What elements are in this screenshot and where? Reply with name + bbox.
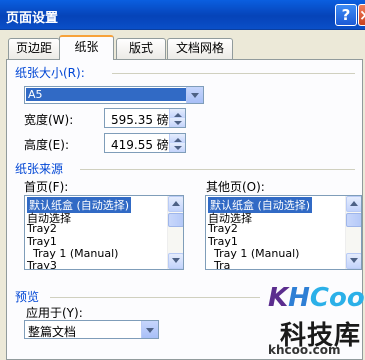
list-item[interactable]: Tray2 [208,222,238,235]
help-button[interactable]: ? [335,4,357,26]
apply-to-value: 整篇文档 [28,325,77,339]
width-stepper[interactable]: 595.35 磅 [104,108,186,128]
spin-up-icon[interactable] [169,109,185,118]
scrollbar[interactable] [167,196,183,269]
width-label: 宽度(W): [24,113,74,127]
preview-divider [50,297,260,298]
chevron-down-icon[interactable] [186,87,203,103]
other-pages-listbox[interactable]: 默认纸盒 (自动选择) 自动选择 Tray2 Tray1 Tray 1 (Man… [205,195,362,270]
paper-size-select[interactable]: A5 [24,86,204,104]
height-value: 419.55 磅 [111,138,169,152]
list-item[interactable]: Tra [214,259,230,269]
chevron-down-icon[interactable] [141,321,158,338]
apply-to-select[interactable]: 整篇文档 [24,320,159,339]
preview-label: 预览 [15,290,40,304]
scroll-down-icon[interactable] [168,253,183,269]
spin-down-icon[interactable] [169,118,185,127]
paper-size-divider [112,73,355,74]
spin-up-icon[interactable] [169,134,185,143]
close-button[interactable]: × [358,4,365,26]
spin-down-icon[interactable] [169,143,185,152]
first-page-label: 首页(F): [24,180,69,194]
watermark-logo: KHCoo [268,283,365,313]
scroll-thumb[interactable] [346,213,361,227]
paper-size-selection-highlight [26,88,186,101]
list-item[interactable]: Tray3 [27,259,57,269]
paper-source-label: 纸张来源 [15,162,64,176]
paper-source-divider [80,169,355,170]
scroll-down-icon[interactable] [346,253,361,269]
paper-size-value: A5 [28,88,43,101]
watermark-url: khcoo.com [268,343,341,357]
other-pages-label: 其他页(O): [206,180,265,194]
paper-size-label: 纸张大小(R): [15,66,85,80]
tab-layout[interactable]: 版式 [116,38,166,59]
tab-paper[interactable]: 纸张 [59,35,114,60]
window-title: 页面设置 [6,11,59,26]
first-page-listbox[interactable]: 默认纸盒 (自动选择) 自动选择 Tray2 Tray1 Tray 1 (Man… [24,195,184,270]
height-stepper[interactable]: 419.55 磅 [104,133,186,153]
tab-doc-grid[interactable]: 文档网格 [167,38,233,59]
apply-to-label: 应用于(Y): [26,306,83,320]
scroll-up-icon[interactable] [168,196,183,212]
list-item[interactable]: Tray2 [27,222,57,235]
scrollbar[interactable] [345,196,361,269]
width-value: 595.35 磅 [111,113,169,127]
scroll-up-icon[interactable] [346,196,361,212]
tab-margins[interactable]: 页边距 [8,38,60,59]
height-label: 高度(E): [24,138,69,152]
scroll-thumb[interactable] [168,213,183,227]
